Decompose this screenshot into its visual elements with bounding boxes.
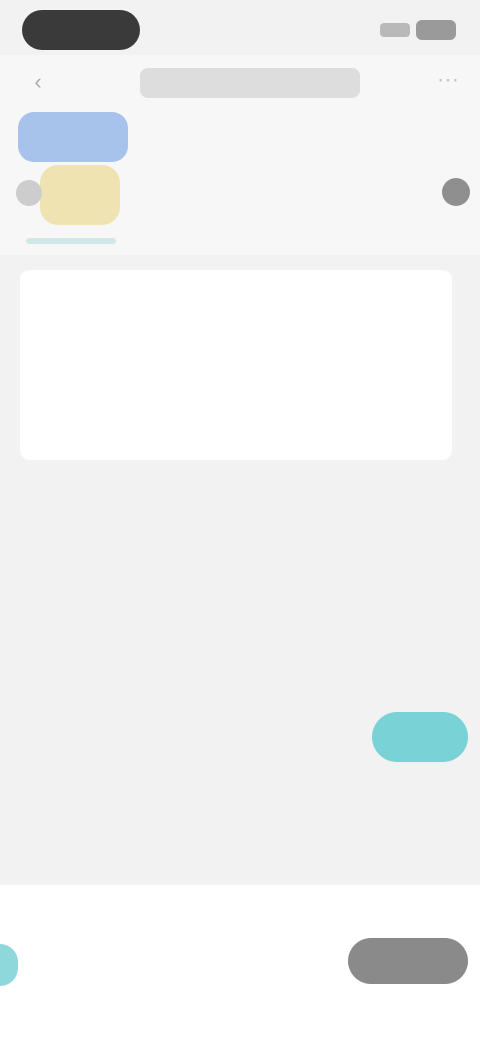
thumbnail-yellow[interactable] bbox=[40, 165, 120, 225]
page-title bbox=[140, 68, 360, 98]
signal-icon bbox=[380, 23, 410, 37]
toggle-switch[interactable] bbox=[372, 712, 468, 762]
back-icon[interactable]: ‹ bbox=[26, 70, 50, 94]
bottom-bar-text bbox=[110, 952, 326, 978]
left-circle-icon bbox=[16, 180, 42, 206]
status-icons bbox=[380, 18, 456, 42]
tab-2[interactable] bbox=[250, 120, 360, 148]
thumbnail-blue[interactable] bbox=[18, 112, 128, 162]
content-card bbox=[20, 270, 452, 460]
more-icon[interactable]: ⋯ bbox=[436, 68, 460, 92]
subtitle bbox=[168, 180, 368, 204]
tab-1[interactable] bbox=[150, 120, 230, 148]
primary-button[interactable] bbox=[348, 938, 468, 984]
tab-3[interactable] bbox=[380, 120, 440, 148]
avatar[interactable] bbox=[442, 178, 470, 206]
status-pill bbox=[22, 10, 140, 50]
battery-icon bbox=[416, 20, 456, 40]
tab-indicator bbox=[26, 238, 116, 244]
